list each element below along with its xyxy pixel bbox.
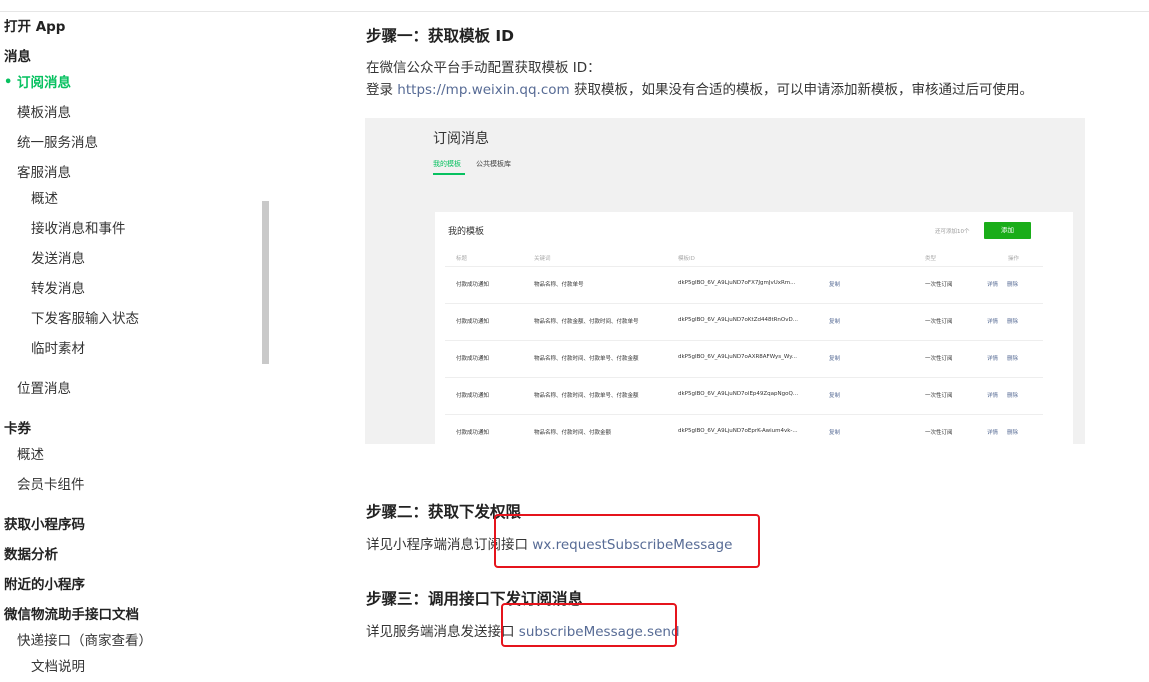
step3-prefix: 详见服务端消息发送接口 [366, 624, 519, 640]
template-row: 付款成功通知 物品名称、付款金额、付款时间、付款单号 dkP5gIBO_6V_A9L… [445, 303, 1043, 341]
sidebar-item-member-card[interactable]: 会员卡组件 [17, 476, 85, 494]
col-header-type: 类型 [925, 256, 937, 262]
row-keywords: 物品名称、付款时间、付款金额 [534, 430, 612, 436]
sidebar-item-card-overview[interactable]: 概述 [17, 446, 44, 464]
step1-heading: 步骤一：获取模板 ID [366, 27, 515, 45]
sidebar-item-location-message[interactable]: 位置消息 [17, 380, 71, 398]
step1-text-2: 登录 https://mp.weixin.qq.com 获取模板，如果没有合适的… [366, 78, 1033, 98]
sidebar-item-express-api[interactable]: 快递接口（商家查看） [17, 632, 152, 650]
row-title: 付款成功通知 [456, 356, 490, 362]
row-detail-link: 详情 [987, 319, 999, 325]
row-title: 付款成功通知 [456, 319, 490, 325]
row-type: 一次性订阅 [925, 356, 953, 362]
template-console-screenshot: 订阅消息 我的模板 公共模板库 我的模板 还可添加10个 添加 标题 关键词 模… [365, 118, 1085, 444]
col-header-keywords: 关键词 [534, 256, 551, 262]
row-detail-link: 详情 [987, 356, 999, 362]
row-type: 一次性订阅 [925, 319, 953, 325]
sidebar-item-logistics[interactable]: 微信物流助手接口文档 [4, 606, 139, 624]
row-title: 付款成功通知 [456, 393, 490, 399]
row-template-id: dkP5gIBO_6V_A9LjuND7olEp49ZqapNgoQ... [678, 391, 799, 397]
col-header-ops: 操作 [1008, 256, 1020, 262]
tab-public-templates: 公共模板库 [476, 160, 511, 168]
tab-active-underline [433, 173, 465, 175]
row-delete-link: 删除 [1007, 356, 1019, 362]
sidebar-item-customer-service[interactable]: 客服消息 [17, 164, 71, 182]
sidebar-item-subscribe-message[interactable]: 订阅消息 [4, 74, 71, 92]
row-template-id: dkP5gIBO_6V_A9LjuND7oAXR8AFWys_Wy... [678, 354, 797, 360]
row-detail-link: 详情 [987, 430, 999, 436]
console-title: 订阅消息 [433, 131, 489, 147]
col-header-id: 模板ID [678, 256, 695, 262]
highlight-box-step2 [494, 514, 760, 568]
row-keywords: 物品名称、付款金额、付款时间、付款单号 [534, 319, 639, 325]
row-copy-link: 复制 [829, 356, 841, 362]
row-copy-link: 复制 [829, 282, 841, 288]
highlight-box-step3 [501, 603, 677, 647]
row-type: 一次性订阅 [925, 393, 953, 399]
row-delete-link: 删除 [1007, 393, 1019, 399]
template-card: 我的模板 还可添加10个 添加 标题 关键词 模板ID 类型 操作 付款成功通知… [435, 212, 1073, 444]
row-delete-link: 删除 [1007, 319, 1019, 325]
sidebar-item-messages[interactable]: 消息 [4, 48, 31, 66]
sidebar-nav: 打开 App 消息 订阅消息 模板消息 统一服务消息 客服消息 概述 接收消息和… [0, 12, 262, 682]
row-title: 付款成功通知 [456, 430, 490, 436]
row-type: 一次性订阅 [925, 430, 953, 436]
tab-my-templates: 我的模板 [433, 160, 461, 168]
row-type: 一次性订阅 [925, 282, 953, 288]
sidebar-item-template-message[interactable]: 模板消息 [17, 104, 71, 122]
row-template-id: dkP5gIBO_6V_A9LjuND7oKtZd448tRnOvD... [678, 317, 798, 323]
col-header-title: 标题 [456, 256, 468, 262]
sidebar-item-receive-events[interactable]: 接收消息和事件 [31, 220, 126, 238]
mp-weixin-link[interactable]: https://mp.weixin.qq.com [397, 82, 569, 98]
template-row: 付款成功通知 物品名称、付款时间、付款金额 dkP5gIBO_6V_A9LjuND7… [445, 414, 1043, 444]
sidebar-item-forward-message[interactable]: 转发消息 [31, 280, 85, 298]
sidebar-item-doc-desc[interactable]: 文档说明 [31, 658, 85, 676]
sidebar-scrollbar[interactable] [262, 201, 269, 364]
row-copy-link: 复制 [829, 319, 841, 325]
row-template-id: dkP5gIBO_6V_A9LjuND7oEprK-Awium4vk-... [678, 428, 798, 434]
sidebar-item-nearby[interactable]: 附近的小程序 [4, 576, 85, 594]
sidebar-item-uniform-message[interactable]: 统一服务消息 [17, 134, 98, 152]
row-keywords: 物品名称、付款时间、付款单号、付款金额 [534, 393, 639, 399]
card-hint: 还可添加10个 [935, 229, 970, 235]
row-copy-link: 复制 [829, 430, 841, 436]
row-detail-link: 详情 [987, 282, 999, 288]
sidebar-item-cs-overview[interactable]: 概述 [31, 190, 58, 208]
card-title: 我的模板 [448, 227, 485, 237]
row-keywords: 物品名称、付款时间、付款单号、付款金额 [534, 356, 639, 362]
row-keywords: 物品名称、付款单号 [534, 282, 584, 288]
row-title: 付款成功通知 [456, 282, 490, 288]
row-delete-link: 删除 [1007, 282, 1019, 288]
sidebar-item-typing-status[interactable]: 下发客服输入状态 [31, 310, 139, 328]
template-row: 付款成功通知 物品名称、付款时间、付款单号、付款金额 dkP5gIBO_6V_A9L… [445, 340, 1043, 378]
step1-text-1: 在微信公众平台手动配置获取模板 ID： [366, 60, 601, 76]
row-detail-link: 详情 [987, 393, 999, 399]
template-row: 付款成功通知 物品名称、付款时间、付款单号、付款金额 dkP5gIBO_6V_A9L… [445, 377, 1043, 415]
sidebar-item-qrcode[interactable]: 获取小程序码 [4, 516, 85, 534]
step1-suffix: 获取模板，如果没有合适的模板，可以申请添加新模板，审核通过后可使用。 [569, 82, 1033, 98]
sidebar-item-open-app[interactable]: 打开 App [4, 18, 65, 36]
row-delete-link: 删除 [1007, 430, 1019, 436]
step1-prefix: 登录 [366, 82, 398, 98]
sidebar-item-temp-media[interactable]: 临时素材 [31, 340, 85, 358]
row-copy-link: 复制 [829, 393, 841, 399]
sidebar-item-card[interactable]: 卡券 [4, 420, 31, 438]
add-template-button: 添加 [984, 222, 1031, 239]
row-template-id: dkP5gIBO_6V_A9LjuND7oFX7JgmJvUxRm... [678, 280, 796, 286]
template-row: 付款成功通知 物品名称、付款单号 dkP5gIBO_6V_A9LjuND7oFX7J… [445, 266, 1043, 304]
sidebar-item-analytics[interactable]: 数据分析 [4, 546, 58, 564]
sidebar-item-send-message[interactable]: 发送消息 [31, 250, 85, 268]
